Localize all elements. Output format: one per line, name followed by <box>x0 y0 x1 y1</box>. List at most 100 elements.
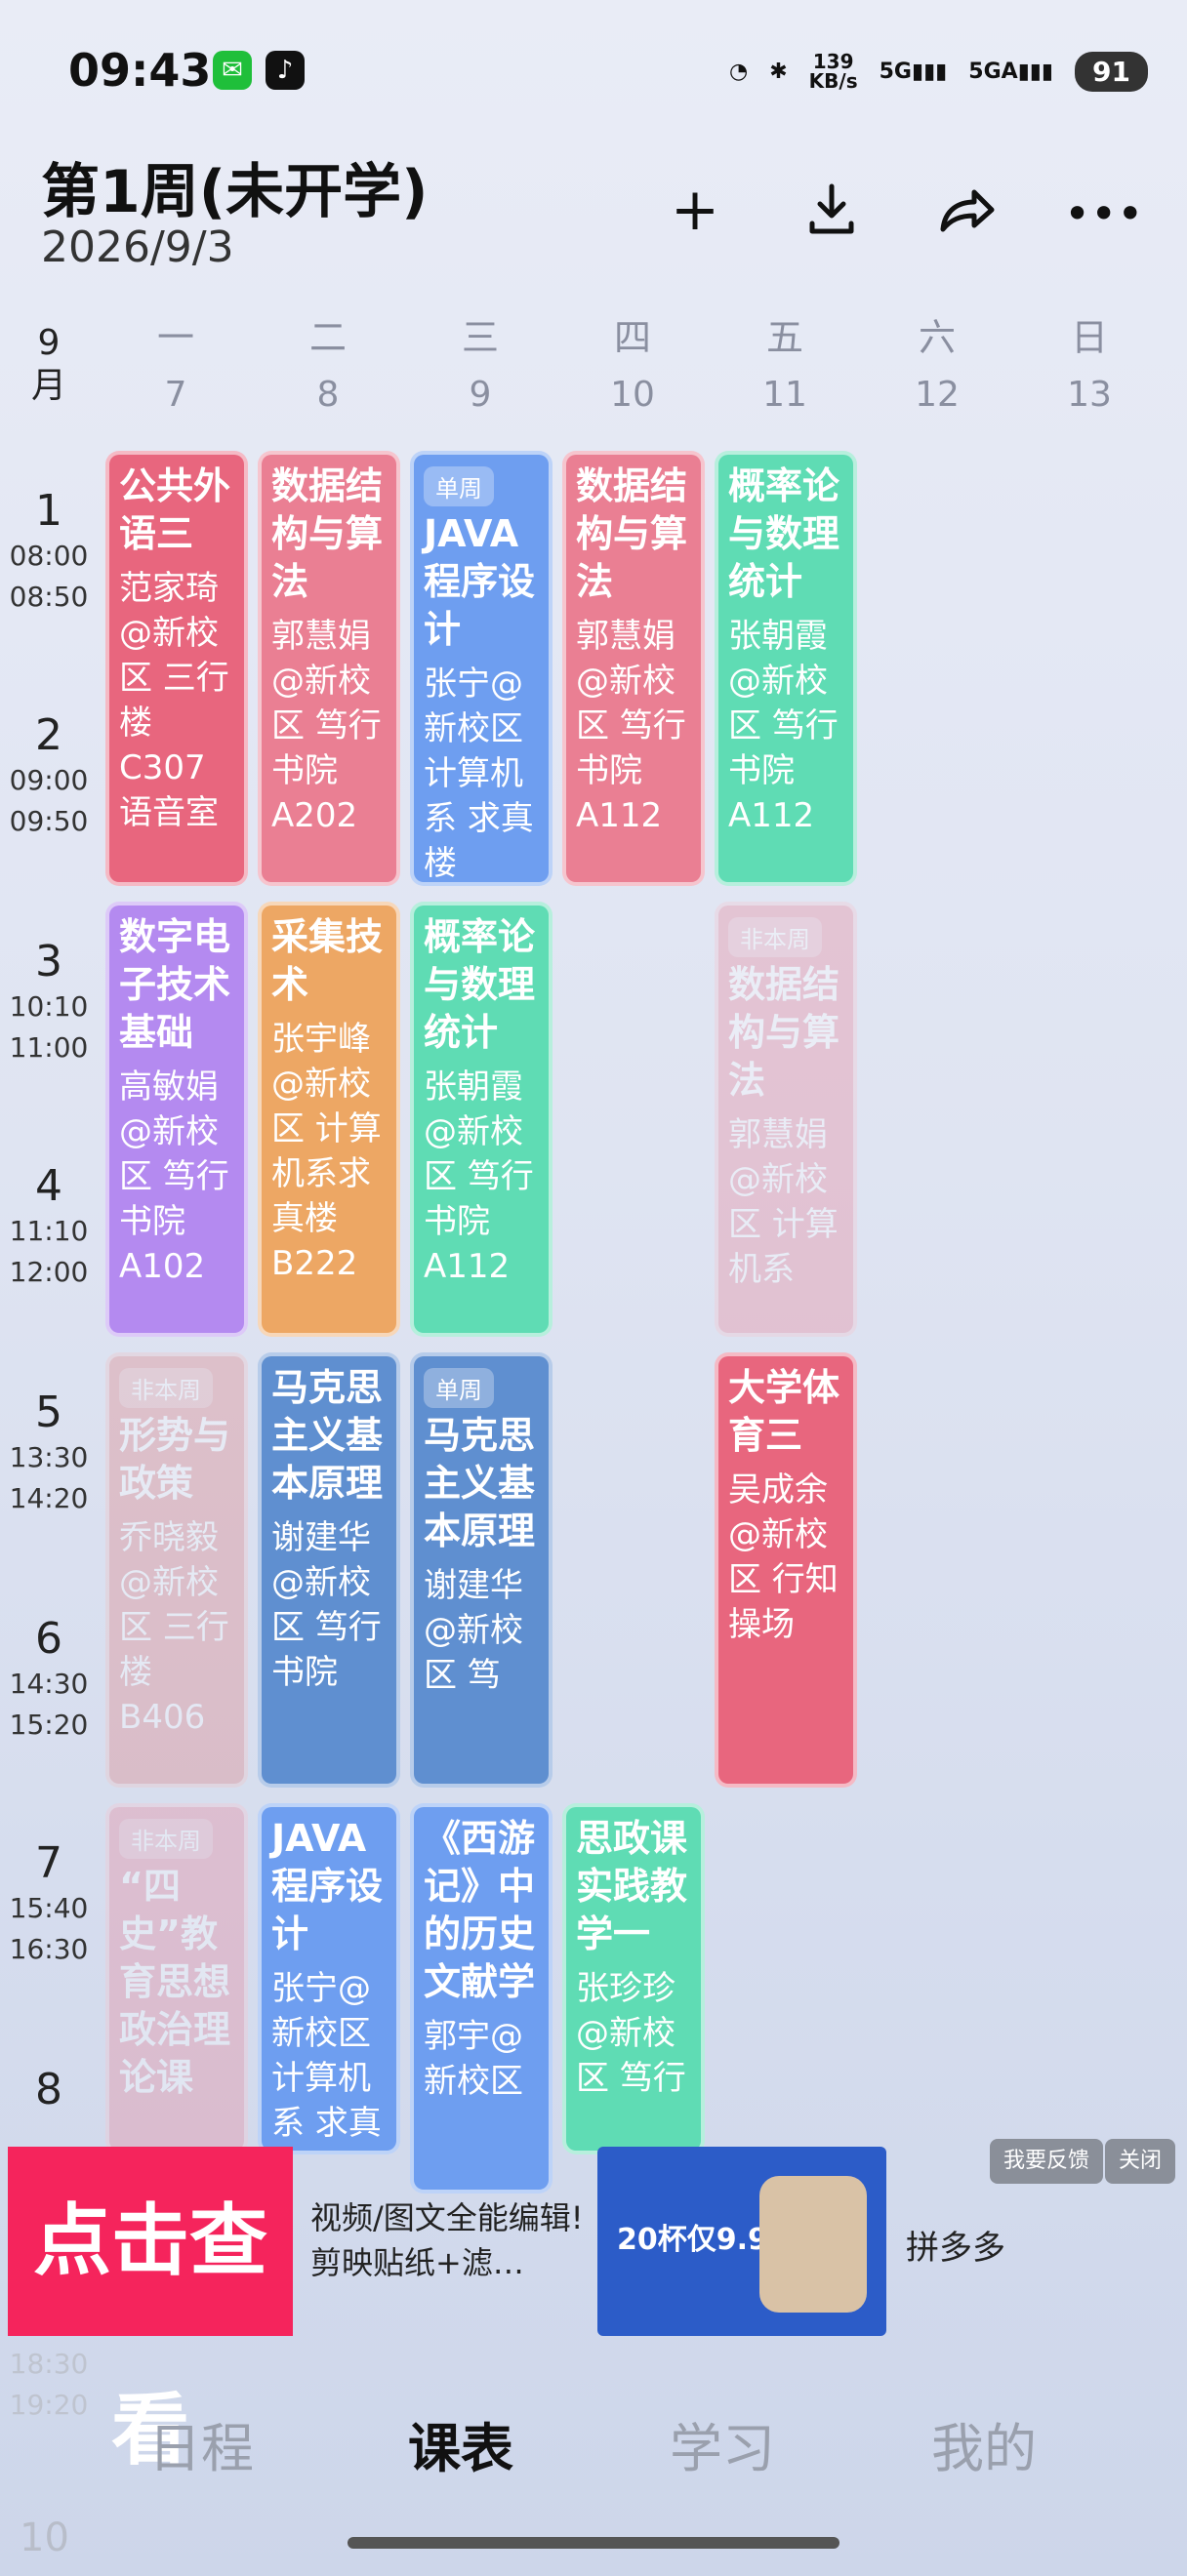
ad-feedback-button[interactable]: 我要反馈 <box>990 2139 1104 2184</box>
course-card-fri-3[interactable]: 非本周 数据结构与算法 郭慧娟@新校区 计算机系 <box>715 902 857 1337</box>
signal-5ga: 5GA▮▮▮ <box>968 59 1054 84</box>
course-card-fri-5[interactable]: 大学体育三 吴成余@新校区 行知操场 <box>715 1352 857 1788</box>
week-title[interactable]: 第1周(未开学) <box>41 144 429 229</box>
ad-image[interactable]: 20杯仅9.9 <box>597 2147 886 2336</box>
course-name: 数据结构与算法 <box>576 464 688 603</box>
course-name: 概率论与数理统计 <box>424 915 536 1054</box>
ad-brand[interactable]: 拼多多 <box>906 2221 1005 2269</box>
course-location: 郭慧娟@新校区 计算机系 <box>728 1115 839 1289</box>
course-name: 思政课实践教学一 <box>576 1817 688 1955</box>
course-name: 公共外语三 <box>119 464 231 555</box>
week-tag: 非本周 <box>728 917 822 957</box>
course-card-mon-7[interactable]: 非本周 “四史”教育思想政治理论课 <box>105 1803 248 2154</box>
course-location: 张宁@新校区计算机系 求真楼B220 <box>271 1969 382 2151</box>
day-header-mon: 一7 <box>156 316 194 415</box>
month-label: 9月 <box>30 323 66 406</box>
share-button[interactable] <box>927 171 1005 249</box>
course-location: 张宇峰@新校区 计算机系求真楼B222 <box>271 1020 382 1283</box>
ad-view-button[interactable]: 点击查看 <box>8 2147 293 2475</box>
tab-me[interactable]: 我的 <box>886 2405 1082 2482</box>
time-slot-1: 1 08:00 08:50 <box>9 486 89 613</box>
course-card-wed-3[interactable]: 概率论与数理统计 张朝霞@新校区 笃行书院A112 <box>410 902 553 1337</box>
course-location: 郭宇@新校区 <box>424 2017 523 2101</box>
course-location: 张珍珍@新校区 笃行 <box>576 1969 686 2098</box>
course-name: 数字电子技术基础 <box>119 915 231 1054</box>
time-slot-3: 3 10:10 11:00 <box>9 937 89 1064</box>
week-tag: 非本周 <box>119 1819 213 1859</box>
course-name: “四史”教育思想政治理论课 <box>119 1865 231 2099</box>
ad-description[interactable]: 视频/图文全能编辑!剪映贴纸+滤… <box>310 2195 603 2285</box>
course-location: 吴成余@新校区 行知操场 <box>728 1470 839 1644</box>
course-card-tue-5[interactable]: 马克思主义基本原理 谢建华@新校区 笃行书院 <box>258 1352 400 1788</box>
add-course-button[interactable]: + <box>656 171 734 249</box>
day-header-sun: 日 13 <box>1067 316 1112 415</box>
speedometer-icon: ◔ <box>729 59 749 84</box>
course-name: 马克思主义基本原理 <box>424 1414 536 1552</box>
course-location: 高敏娟@新校区 笃行书院A102 <box>119 1067 229 1286</box>
course-card-thu-7[interactable]: 思政课实践教学一 张珍珍@新校区 笃行 <box>562 1803 705 2154</box>
home-indicator[interactable] <box>348 2537 839 2549</box>
course-location: 谢建华@新校区 笃 <box>424 1566 523 1695</box>
day-header-fri: 五 11 <box>762 316 807 415</box>
more-options-button[interactable]: ••• <box>1064 171 1144 249</box>
course-name: 马克思主义基本原理 <box>271 1366 384 1505</box>
course-location: 郭慧娟@新校区 笃行书院A202 <box>271 617 382 835</box>
more-dots-icon: ••• <box>1064 187 1144 240</box>
week-tag: 单周 <box>424 466 494 506</box>
course-card-tue-1[interactable]: 数据结构与算法 郭慧娟@新校区 笃行书院A202 <box>258 451 400 886</box>
course-name: 《西游记》中的历史文献学 <box>424 1817 536 2003</box>
import-button[interactable] <box>793 171 871 249</box>
time-slot-2: 2 09:00 09:50 <box>9 710 89 837</box>
course-location: 范家琦@新校区 三行楼C307语音室 <box>119 569 229 832</box>
share-icon <box>940 189 995 232</box>
course-name: 概率论与数理统计 <box>728 464 840 603</box>
course-location: 张宁@新校区计算机系 求真楼 <box>424 664 534 883</box>
coffee-cup-image <box>759 2176 867 2313</box>
week-tag: 单周 <box>424 1368 494 1408</box>
course-name: 采集技术 <box>271 915 384 1006</box>
current-date: 2026/9/3 <box>41 222 234 272</box>
course-location: 张朝霞@新校区 笃行书院A112 <box>424 1067 534 1286</box>
course-card-mon-1[interactable]: 公共外语三 范家琦@新校区 三行楼C307语音室 <box>105 451 248 886</box>
course-name: JAVA程序设计 <box>424 512 536 651</box>
tiktok-icon: ♪ <box>266 51 305 90</box>
tab-study[interactable]: 学习 <box>625 2405 820 2482</box>
plus-icon: + <box>670 176 720 244</box>
tab-timetable[interactable]: 课表 <box>363 2405 558 2482</box>
clock: 09:43 <box>68 44 212 97</box>
time-slot-5: 5 13:30 14:20 <box>9 1388 89 1514</box>
course-card-wed-7[interactable]: 《西游记》中的历史文献学 郭宇@新校区 <box>410 1803 553 2194</box>
course-card-mon-3[interactable]: 数字电子技术基础 高敏娟@新校区 笃行书院A102 <box>105 902 248 1337</box>
course-card-wed-1[interactable]: 单周 JAVA程序设计 张宁@新校区计算机系 求真楼 <box>410 451 553 886</box>
course-card-mon-5[interactable]: 非本周 形势与政策 乔晓毅@新校区 三行楼B406 <box>105 1352 248 1788</box>
day-header-sat: 六 12 <box>915 316 960 415</box>
time-slot-10: 10 <box>20 2516 69 2560</box>
day-header-tue: 二8 <box>308 316 347 415</box>
course-name: 形势与政策 <box>119 1414 231 1505</box>
wechat-icon: ✉ <box>213 51 252 90</box>
course-location: 张朝霞@新校区 笃行书院A112 <box>728 617 839 835</box>
ad-close-button[interactable]: 关闭 <box>1105 2139 1176 2184</box>
network-speed: 139 KB/s <box>808 50 858 93</box>
course-card-tue-3[interactable]: 采集技术 张宇峰@新校区 计算机系求真楼B222 <box>258 902 400 1337</box>
course-card-wed-5[interactable]: 单周 马克思主义基本原理 谢建华@新校区 笃 <box>410 1352 553 1788</box>
time-slot-6: 6 14:30 15:20 <box>9 1614 89 1741</box>
time-slot-4: 4 11:10 12:00 <box>9 1161 89 1288</box>
time-slot-8: 8 <box>35 2065 62 2114</box>
tab-schedule[interactable]: 日程 <box>103 2405 299 2482</box>
bluetooth-icon: ✱ <box>769 59 788 84</box>
day-header-thu: 四 10 <box>610 316 655 415</box>
ad-image-headline: 20杯仅9.9 <box>617 2223 768 2257</box>
day-header-wed: 三9 <box>461 316 499 415</box>
course-name: JAVA程序设计 <box>271 1817 384 1955</box>
course-card-tue-7[interactable]: JAVA程序设计 张宁@新校区计算机系 求真楼B220 <box>258 1803 400 2154</box>
battery-indicator: 91 <box>1075 51 1148 92</box>
download-icon <box>809 183 854 234</box>
signal-5g: 5G▮▮▮ <box>879 59 948 84</box>
course-location: 乔晓毅@新校区 三行楼B406 <box>119 1518 229 1737</box>
course-card-fri-1[interactable]: 概率论与数理统计 张朝霞@新校区 笃行书院A112 <box>715 451 857 886</box>
course-location: 谢建华@新校区 笃行书院 <box>271 1518 382 1692</box>
course-card-thu-1[interactable]: 数据结构与算法 郭慧娟@新校区 笃行书院A112 <box>562 451 705 886</box>
week-tag: 非本周 <box>119 1368 213 1408</box>
status-icons: ◔ ✱ 139 KB/s 5G▮▮▮ 5GA▮▮▮ 91 <box>729 47 1148 96</box>
